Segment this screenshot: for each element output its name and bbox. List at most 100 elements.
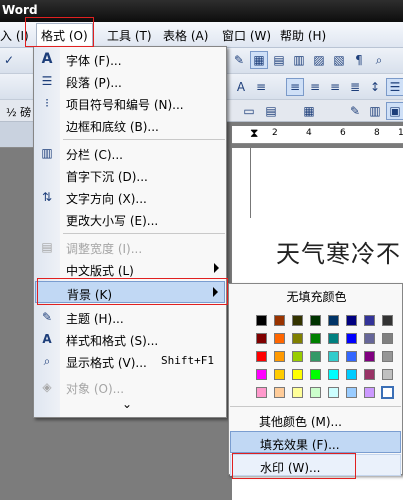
color-swatch[interactable] <box>256 315 267 326</box>
menu-item-label: 主题 (H)... <box>66 312 124 326</box>
color-swatch[interactable] <box>292 351 303 362</box>
drawing-toolbar-icon[interactable]: ▨ <box>310 51 328 69</box>
color-swatch[interactable] <box>328 315 339 326</box>
color-swatch[interactable] <box>274 369 285 380</box>
color-swatch[interactable] <box>256 369 267 380</box>
color-swatch[interactable] <box>382 387 393 398</box>
document-map-icon[interactable]: ▧ <box>330 51 348 69</box>
ruler-tick: 4 <box>306 128 312 138</box>
highlight-icon[interactable]: ✎ <box>346 102 364 120</box>
color-swatch[interactable] <box>328 333 339 344</box>
indent-marker-icon[interactable]: ⧗ <box>250 126 258 141</box>
menu-item-label: 项目符号和编号 (N)... <box>66 98 184 112</box>
color-swatch[interactable] <box>274 387 285 398</box>
color-swatch[interactable] <box>364 387 375 398</box>
color-swatch[interactable] <box>274 351 285 362</box>
color-swatch[interactable] <box>382 369 393 380</box>
color-swatch[interactable] <box>364 369 375 380</box>
font-color-a-icon[interactable]: A <box>232 78 250 96</box>
color-swatch[interactable] <box>274 315 285 326</box>
font-size-field[interactable]: ½ 磅 <box>6 104 31 120</box>
drawing-icon[interactable]: ✎ <box>230 51 248 69</box>
show-hide-icon[interactable]: ¶ <box>350 51 368 69</box>
color-swatch[interactable] <box>346 315 357 326</box>
menu-table[interactable]: 表格 (A) <box>163 27 208 44</box>
outline-icon-3[interactable]: ▦ <box>300 102 318 120</box>
color-swatch[interactable] <box>328 369 339 380</box>
color-swatch[interactable] <box>346 351 357 362</box>
outline-icon-2[interactable]: ▤ <box>262 102 280 120</box>
distributed-icon[interactable]: ≣ <box>346 78 364 96</box>
color-swatch[interactable] <box>310 315 321 326</box>
justify-icon[interactable]: ≡ <box>326 78 344 96</box>
color-swatch[interactable] <box>328 387 339 398</box>
menu-item-theme[interactable]: ✎ 主题 (H)... <box>35 306 225 328</box>
menu-window[interactable]: 窗口 (W) <box>222 27 271 44</box>
color-swatch[interactable] <box>382 315 393 326</box>
color-swatch[interactable] <box>364 315 375 326</box>
menu-help[interactable]: 帮助 (H) <box>280 27 326 44</box>
color-swatch[interactable] <box>346 369 357 380</box>
color-swatch[interactable] <box>346 387 357 398</box>
color-swatch[interactable] <box>310 333 321 344</box>
menu-item-label: 中文版式 (L) <box>66 264 134 278</box>
menu-item-text-direction[interactable]: ⇅ 文字方向 (X)... <box>35 186 225 208</box>
color-swatch[interactable] <box>292 369 303 380</box>
annotation-box-background <box>37 278 228 305</box>
color-swatch[interactable] <box>328 351 339 362</box>
numbering-icon[interactable]: ☰ <box>386 78 403 96</box>
expand-menu-icon[interactable]: ⌄ <box>122 397 132 411</box>
ruler-tick: 10 <box>398 128 403 138</box>
color-swatch[interactable] <box>256 387 267 398</box>
color-swatch[interactable] <box>292 387 303 398</box>
color-swatch[interactable] <box>364 333 375 344</box>
color-swatch[interactable] <box>346 333 357 344</box>
color-swatch[interactable] <box>256 351 267 362</box>
insert-table-icon[interactable]: ▤ <box>270 51 288 69</box>
color-swatch[interactable] <box>292 315 303 326</box>
menu-tools[interactable]: 工具 (T) <box>107 27 152 44</box>
more-colors-option[interactable]: 其他颜色 (M)... <box>230 409 401 431</box>
menu-item-label: 显示格式 (V)... <box>66 356 147 370</box>
no-fill-color[interactable]: 无填充颜色 <box>229 288 403 305</box>
menu-item-bullets[interactable]: ⁝ 项目符号和编号 (N)... <box>35 92 225 114</box>
color-swatch[interactable] <box>364 351 375 362</box>
columns-toolbar-icon[interactable]: ▥ <box>290 51 308 69</box>
menu-item-paragraph[interactable]: ☰ 段落 (P)... <box>35 70 225 92</box>
menu-item-font[interactable]: A 字体 (F)... <box>35 48 225 70</box>
menu-item-asian-layout[interactable]: 中文版式 (L) <box>35 258 225 280</box>
horizontal-ruler[interactable]: ⧗ 2 4 6 8 10 <box>232 126 403 144</box>
styles-icon: A <box>42 332 52 346</box>
spellcheck-icon[interactable]: ✓ <box>0 51 18 69</box>
outline-icon-5[interactable]: ▣ <box>386 102 403 120</box>
menu-item-label: 更改大小写 (E)... <box>66 214 159 228</box>
color-swatch[interactable] <box>382 333 393 344</box>
color-swatch[interactable] <box>292 333 303 344</box>
color-swatch[interactable] <box>310 369 321 380</box>
color-swatch[interactable] <box>310 387 321 398</box>
color-swatch[interactable] <box>382 351 393 362</box>
table-icon[interactable]: ▦ <box>250 51 268 69</box>
color-swatch[interactable] <box>274 333 285 344</box>
theme-icon: ✎ <box>41 310 53 324</box>
menu-item-columns[interactable]: ▥ 分栏 (C)... <box>35 142 225 164</box>
line-spacing-icon[interactable]: ↕ <box>366 78 384 96</box>
align-center-icon[interactable]: ≡ <box>286 78 304 96</box>
menu-item-change-case[interactable]: 更改大小写 (E)... <box>35 208 225 230</box>
color-swatch[interactable] <box>310 351 321 362</box>
align-left-icon[interactable]: ≡ <box>252 78 270 96</box>
menu-item-label: 段落 (P)... <box>66 76 122 90</box>
outline-icon-1[interactable]: ▭ <box>240 102 258 120</box>
color-swatch[interactable] <box>256 333 267 344</box>
menu-item-styles[interactable]: A 样式和格式 (S)... <box>35 328 225 350</box>
menu-item-borders[interactable]: 边框和底纹 (B)... <box>35 114 225 136</box>
zoom-icon[interactable]: ⌕ <box>370 51 388 69</box>
outline-icon-4[interactable]: ▥ <box>366 102 384 120</box>
menu-item-drop-cap[interactable]: 首字下沉 (D)... <box>35 164 225 186</box>
columns-icon: ▥ <box>41 146 53 160</box>
align-right-icon[interactable]: ≡ <box>306 78 324 96</box>
ruler-corner <box>0 122 36 148</box>
menu-item-reveal-formatting[interactable]: ⌕ 显示格式 (V)... Shift+F1 <box>35 350 225 372</box>
menu-item-label: 调整宽度 (I)... <box>66 242 143 256</box>
fill-effects-option[interactable]: 填充效果 (F)... <box>230 431 401 453</box>
